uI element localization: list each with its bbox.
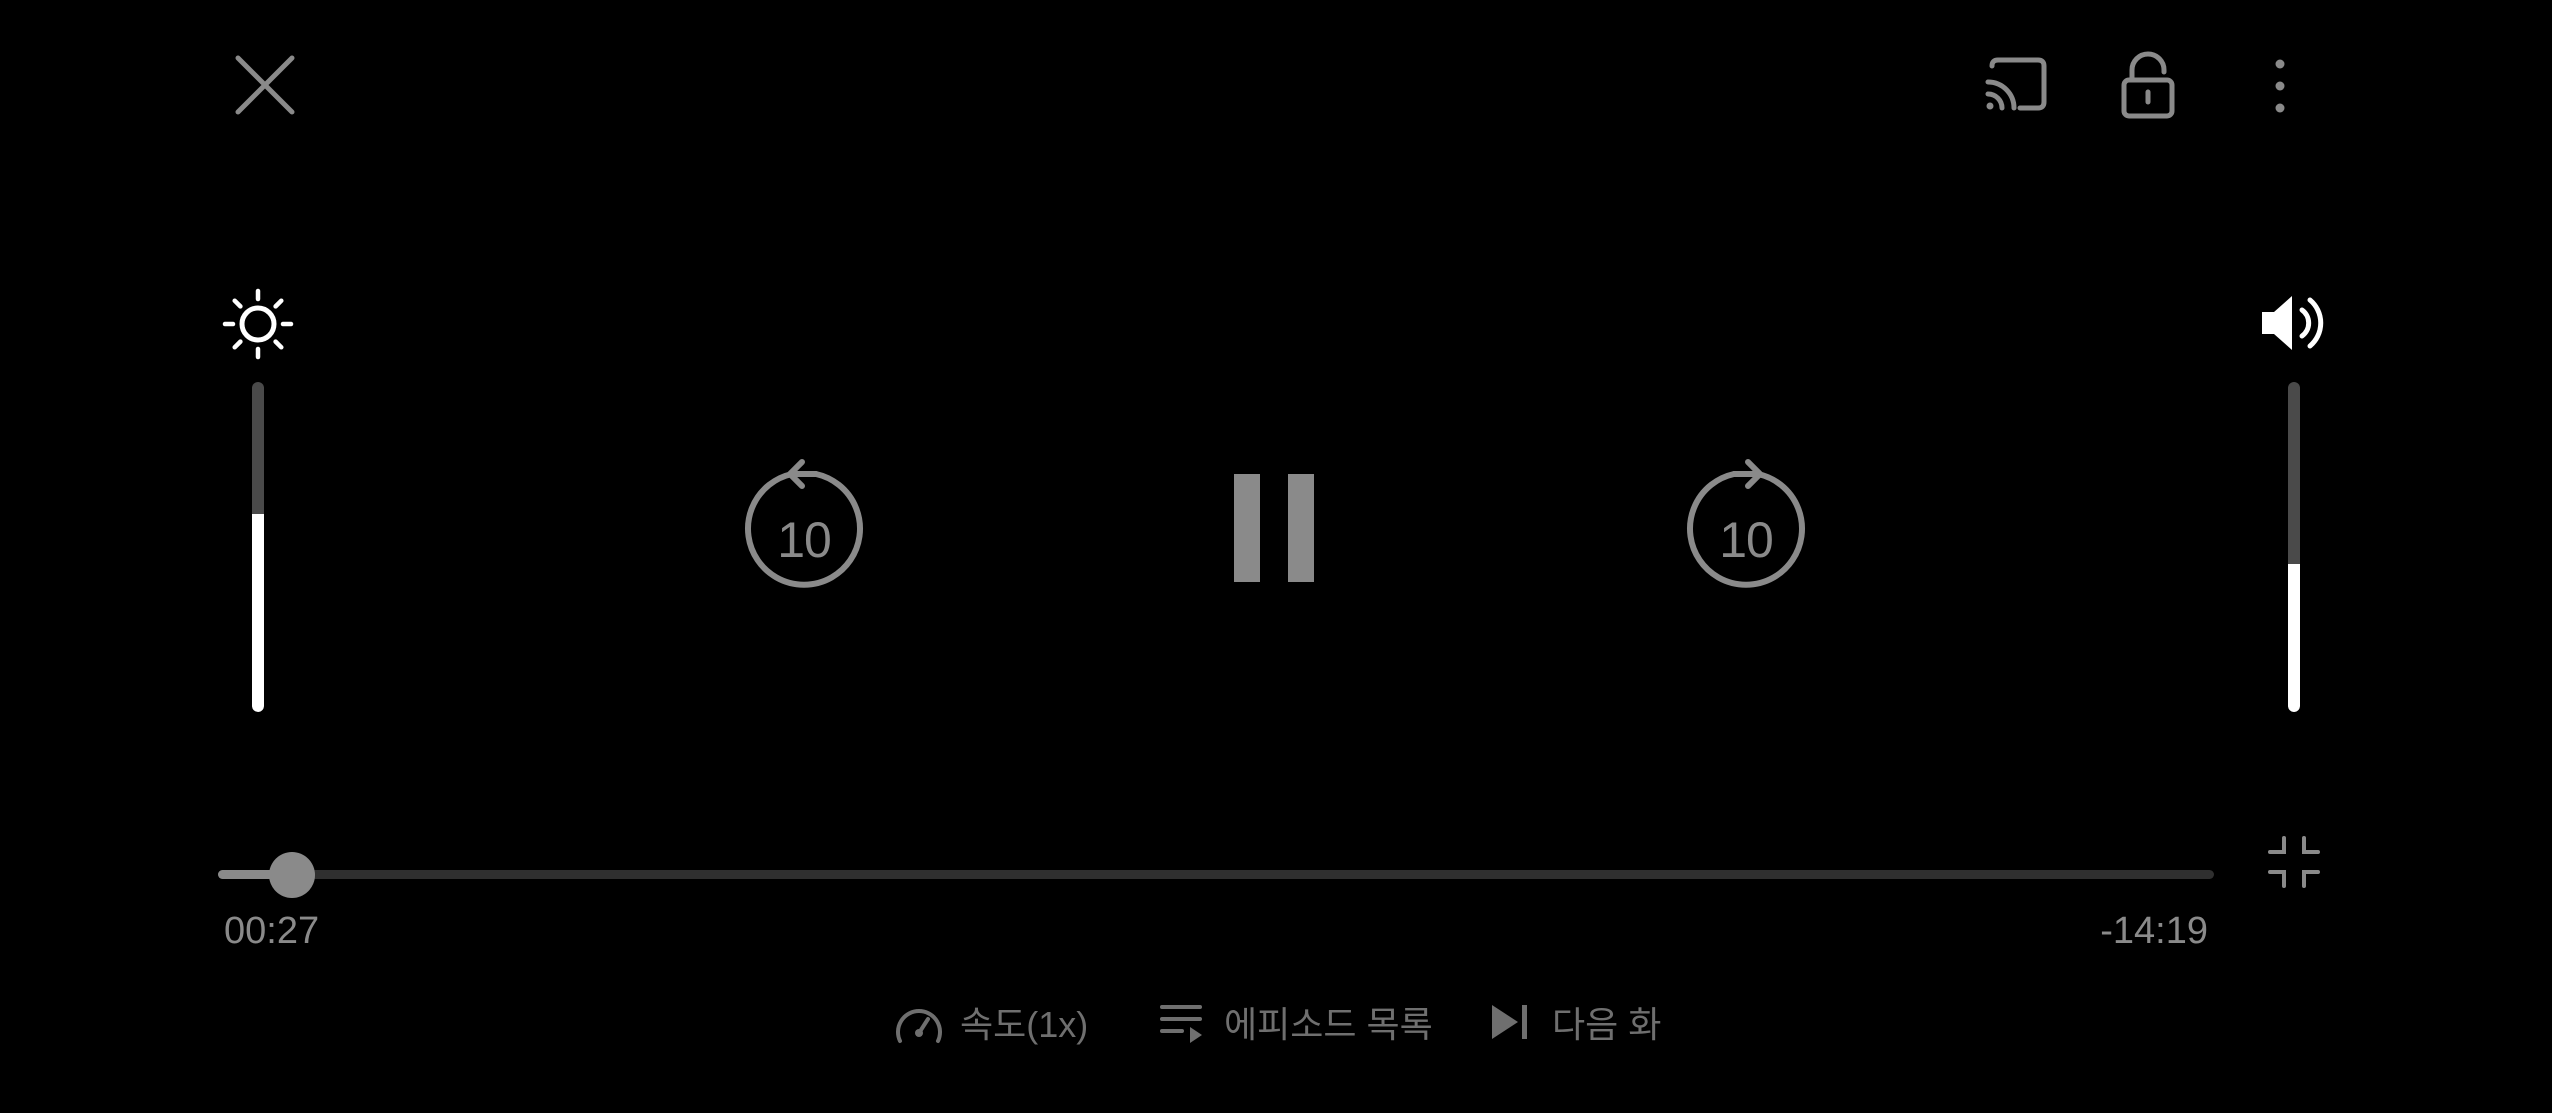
playback-speed-button[interactable]: 속도(1x) [894,996,1088,1048]
progress-bar[interactable] [218,851,2214,898]
forward-10-button[interactable]: 10 [1682,456,1810,592]
cast-icon [1985,57,2047,111]
progress-thumb[interactable] [268,851,315,898]
pause-button[interactable] [1232,472,1316,584]
episode-list-label: 에피소드 목록 [1224,1004,1433,1045]
volume-slider[interactable] [2288,382,2300,712]
unlock-icon [2121,51,2175,119]
screen-lock-button[interactable] [2120,50,2176,120]
pause-icon [1234,474,1314,582]
close-button[interactable] [230,50,300,120]
next-episode-button[interactable]: 다음 화 [1486,996,1661,1048]
elapsed-time: 00:27 [224,910,320,952]
exit-fullscreen-button[interactable] [2268,836,2320,888]
brightness-icon [222,288,294,360]
playback-speed-label: 속도(1x) [960,1004,1089,1045]
brightness-slider[interactable] [252,382,264,712]
more-vertical-icon [2275,59,2285,113]
volume-icon [2258,290,2328,356]
next-episode-label: 다음 화 [1552,1004,1662,1045]
speedometer-icon [894,997,944,1047]
exit-fullscreen-icon [2268,836,2320,888]
playlist-icon [1158,997,1208,1047]
skip-next-icon [1486,997,1536,1047]
cast-button[interactable] [1982,52,2048,118]
volume-slider-fill [2288,563,2300,712]
forward-seconds-label: 10 [1719,512,1774,568]
rewind-seconds-label: 10 [777,512,832,568]
remaining-time: -14:19 [2100,910,2208,952]
episode-list-button[interactable]: 에피소드 목록 [1158,996,1433,1048]
brightness-slider-fill [252,514,264,712]
close-icon [235,55,295,115]
more-options-button[interactable] [2262,56,2298,116]
rewind-10-button[interactable]: 10 [740,456,868,592]
